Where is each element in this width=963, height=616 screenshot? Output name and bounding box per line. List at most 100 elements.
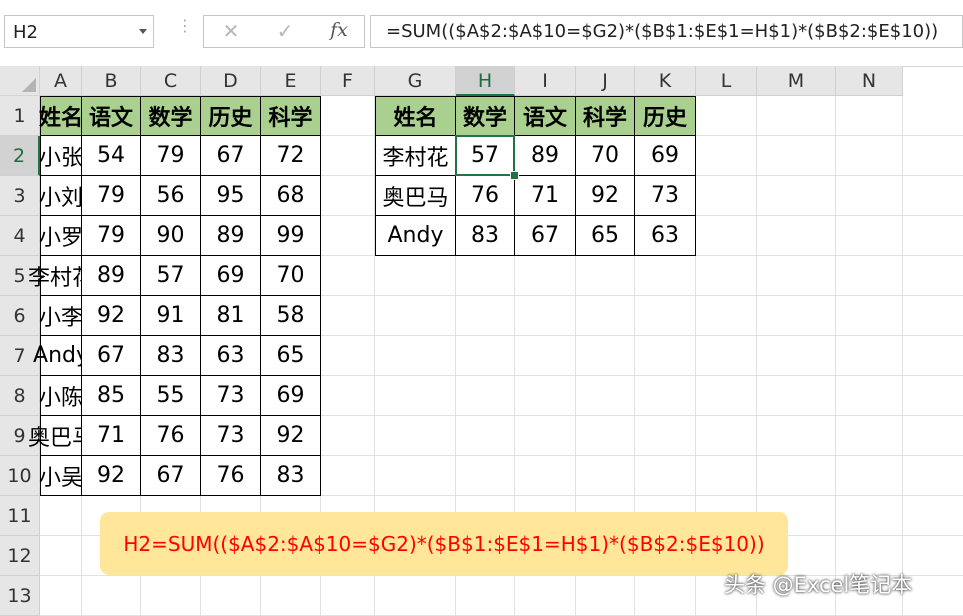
- formula-input[interactable]: =SUM(($A$2:$A$10=$G2)*($B$1:$E$1=H$1)*($…: [370, 15, 963, 48]
- source_table-cell[interactable]: 54: [82, 136, 141, 176]
- row-header-11[interactable]: 11: [0, 496, 40, 536]
- source_table-cell[interactable]: 70: [261, 256, 321, 296]
- source_table-cell[interactable]: 56: [141, 176, 201, 216]
- lookup_table-header[interactable]: 历史: [635, 96, 696, 136]
- source_table-cell[interactable]: 83: [261, 456, 321, 496]
- source_table-cell[interactable]: 69: [201, 256, 261, 296]
- source_table-cell[interactable]: 小李: [39, 296, 83, 336]
- row-header-10[interactable]: 10: [0, 456, 40, 496]
- source_table-header[interactable]: 科学: [261, 96, 321, 136]
- lookup_table-cell[interactable]: 70: [576, 136, 635, 176]
- lookup_table-cell[interactable]: 92: [576, 176, 635, 216]
- source_table-header[interactable]: 历史: [201, 96, 261, 136]
- source_table-cell[interactable]: 小刘: [39, 176, 83, 216]
- lookup_table-header[interactable]: 科学: [576, 96, 635, 136]
- column-header-e[interactable]: E: [261, 66, 321, 96]
- source_table-cell[interactable]: 89: [201, 216, 261, 256]
- source_table-cell[interactable]: 58: [261, 296, 321, 336]
- source_table-cell[interactable]: 李村花: [28, 256, 94, 296]
- row-header-6[interactable]: 6: [0, 296, 40, 336]
- source_table-cell[interactable]: 92: [82, 456, 141, 496]
- fill-handle[interactable]: [510, 171, 519, 180]
- column-header-b[interactable]: B: [82, 66, 141, 96]
- lookup_table-cell[interactable]: 69: [635, 136, 696, 176]
- row-header-12[interactable]: 12: [0, 536, 40, 576]
- source_table-cell[interactable]: 69: [261, 376, 321, 416]
- name-box[interactable]: H2: [4, 15, 154, 48]
- source_table-cell[interactable]: 76: [141, 416, 201, 456]
- column-header-f[interactable]: F: [321, 66, 375, 96]
- column-header-i[interactable]: I: [515, 66, 576, 96]
- source_table-cell[interactable]: 99: [261, 216, 321, 256]
- row-header-3[interactable]: 3: [0, 176, 40, 216]
- source_table-cell[interactable]: 67: [82, 336, 141, 376]
- source_table-cell[interactable]: 71: [82, 416, 141, 456]
- column-header-a[interactable]: A: [40, 66, 82, 96]
- lookup_table-header[interactable]: 语文: [515, 96, 576, 136]
- lookup_table-cell[interactable]: 76: [456, 176, 515, 216]
- source_table-cell[interactable]: 76: [201, 456, 261, 496]
- lookup_table-cell[interactable]: 奥巴马: [375, 176, 456, 216]
- source_table-cell[interactable]: 55: [141, 376, 201, 416]
- source_table-header[interactable]: 姓名: [39, 96, 83, 136]
- column-header-m[interactable]: M: [757, 66, 836, 96]
- lookup_table-cell[interactable]: 57: [456, 136, 515, 176]
- source_table-header[interactable]: 语文: [82, 96, 141, 136]
- row-header-13[interactable]: 13: [0, 576, 40, 616]
- lookup_table-header[interactable]: 姓名: [375, 96, 456, 136]
- column-header-l[interactable]: L: [696, 66, 757, 96]
- lookup_table-cell[interactable]: 83: [456, 216, 515, 256]
- source_table-cell[interactable]: 57: [141, 256, 201, 296]
- row-header-1[interactable]: 1: [0, 96, 40, 136]
- source_table-cell[interactable]: 63: [201, 336, 261, 376]
- source_table-cell[interactable]: 小陈: [39, 376, 83, 416]
- source_table-cell[interactable]: 81: [201, 296, 261, 336]
- lookup_table-cell[interactable]: Andy: [375, 216, 456, 256]
- lookup_table-header[interactable]: 数学: [456, 96, 515, 136]
- source_table-cell[interactable]: 83: [141, 336, 201, 376]
- source_table-cell[interactable]: 73: [201, 416, 261, 456]
- formula-bar-grip-icon[interactable]: ⋮: [177, 18, 193, 34]
- row-header-4[interactable]: 4: [0, 216, 40, 256]
- lookup_table-cell[interactable]: 71: [515, 176, 576, 216]
- lookup_table-cell[interactable]: 63: [635, 216, 696, 256]
- source_table-cell[interactable]: 小吴: [39, 456, 83, 496]
- source_table-header[interactable]: 数学: [141, 96, 201, 136]
- source_table-cell[interactable]: 65: [261, 336, 321, 376]
- source_table-cell[interactable]: 72: [261, 136, 321, 176]
- source_table-cell[interactable]: 85: [82, 376, 141, 416]
- source_table-cell[interactable]: 67: [201, 136, 261, 176]
- row-header-2[interactable]: 2: [0, 136, 40, 176]
- source_table-cell[interactable]: 67: [141, 456, 201, 496]
- source_table-cell[interactable]: 79: [141, 136, 201, 176]
- cancel-icon[interactable]: ✕: [216, 19, 246, 44]
- source_table-cell[interactable]: 79: [82, 216, 141, 256]
- source_table-cell[interactable]: 小罗: [39, 216, 83, 256]
- lookup_table-cell[interactable]: 65: [576, 216, 635, 256]
- source_table-cell[interactable]: 91: [141, 296, 201, 336]
- source_table-cell[interactable]: 68: [261, 176, 321, 216]
- source_table-cell[interactable]: 奥巴马: [28, 416, 94, 456]
- name-box-dropdown-icon[interactable]: [139, 29, 147, 34]
- enter-icon[interactable]: ✓: [270, 19, 300, 44]
- column-header-j[interactable]: J: [576, 66, 635, 96]
- source_table-cell[interactable]: 95: [201, 176, 261, 216]
- column-header-d[interactable]: D: [201, 66, 261, 96]
- source_table-cell[interactable]: 92: [82, 296, 141, 336]
- column-header-k[interactable]: K: [635, 66, 696, 96]
- lookup_table-cell[interactable]: 89: [515, 136, 576, 176]
- source_table-cell[interactable]: 90: [141, 216, 201, 256]
- source_table-cell[interactable]: 89: [82, 256, 141, 296]
- lookup_table-cell[interactable]: 李村花: [375, 136, 456, 176]
- lookup_table-cell[interactable]: 67: [515, 216, 576, 256]
- column-header-n[interactable]: N: [836, 66, 903, 96]
- source_table-cell[interactable]: 73: [201, 376, 261, 416]
- source_table-cell[interactable]: Andy: [33, 336, 89, 376]
- source_table-cell[interactable]: 小张: [39, 136, 83, 176]
- source_table-cell[interactable]: 79: [82, 176, 141, 216]
- column-header-c[interactable]: C: [141, 66, 201, 96]
- row-header-8[interactable]: 8: [0, 376, 40, 416]
- lookup_table-cell[interactable]: 73: [635, 176, 696, 216]
- function-icon[interactable]: fx: [324, 19, 354, 44]
- source_table-cell[interactable]: 92: [261, 416, 321, 456]
